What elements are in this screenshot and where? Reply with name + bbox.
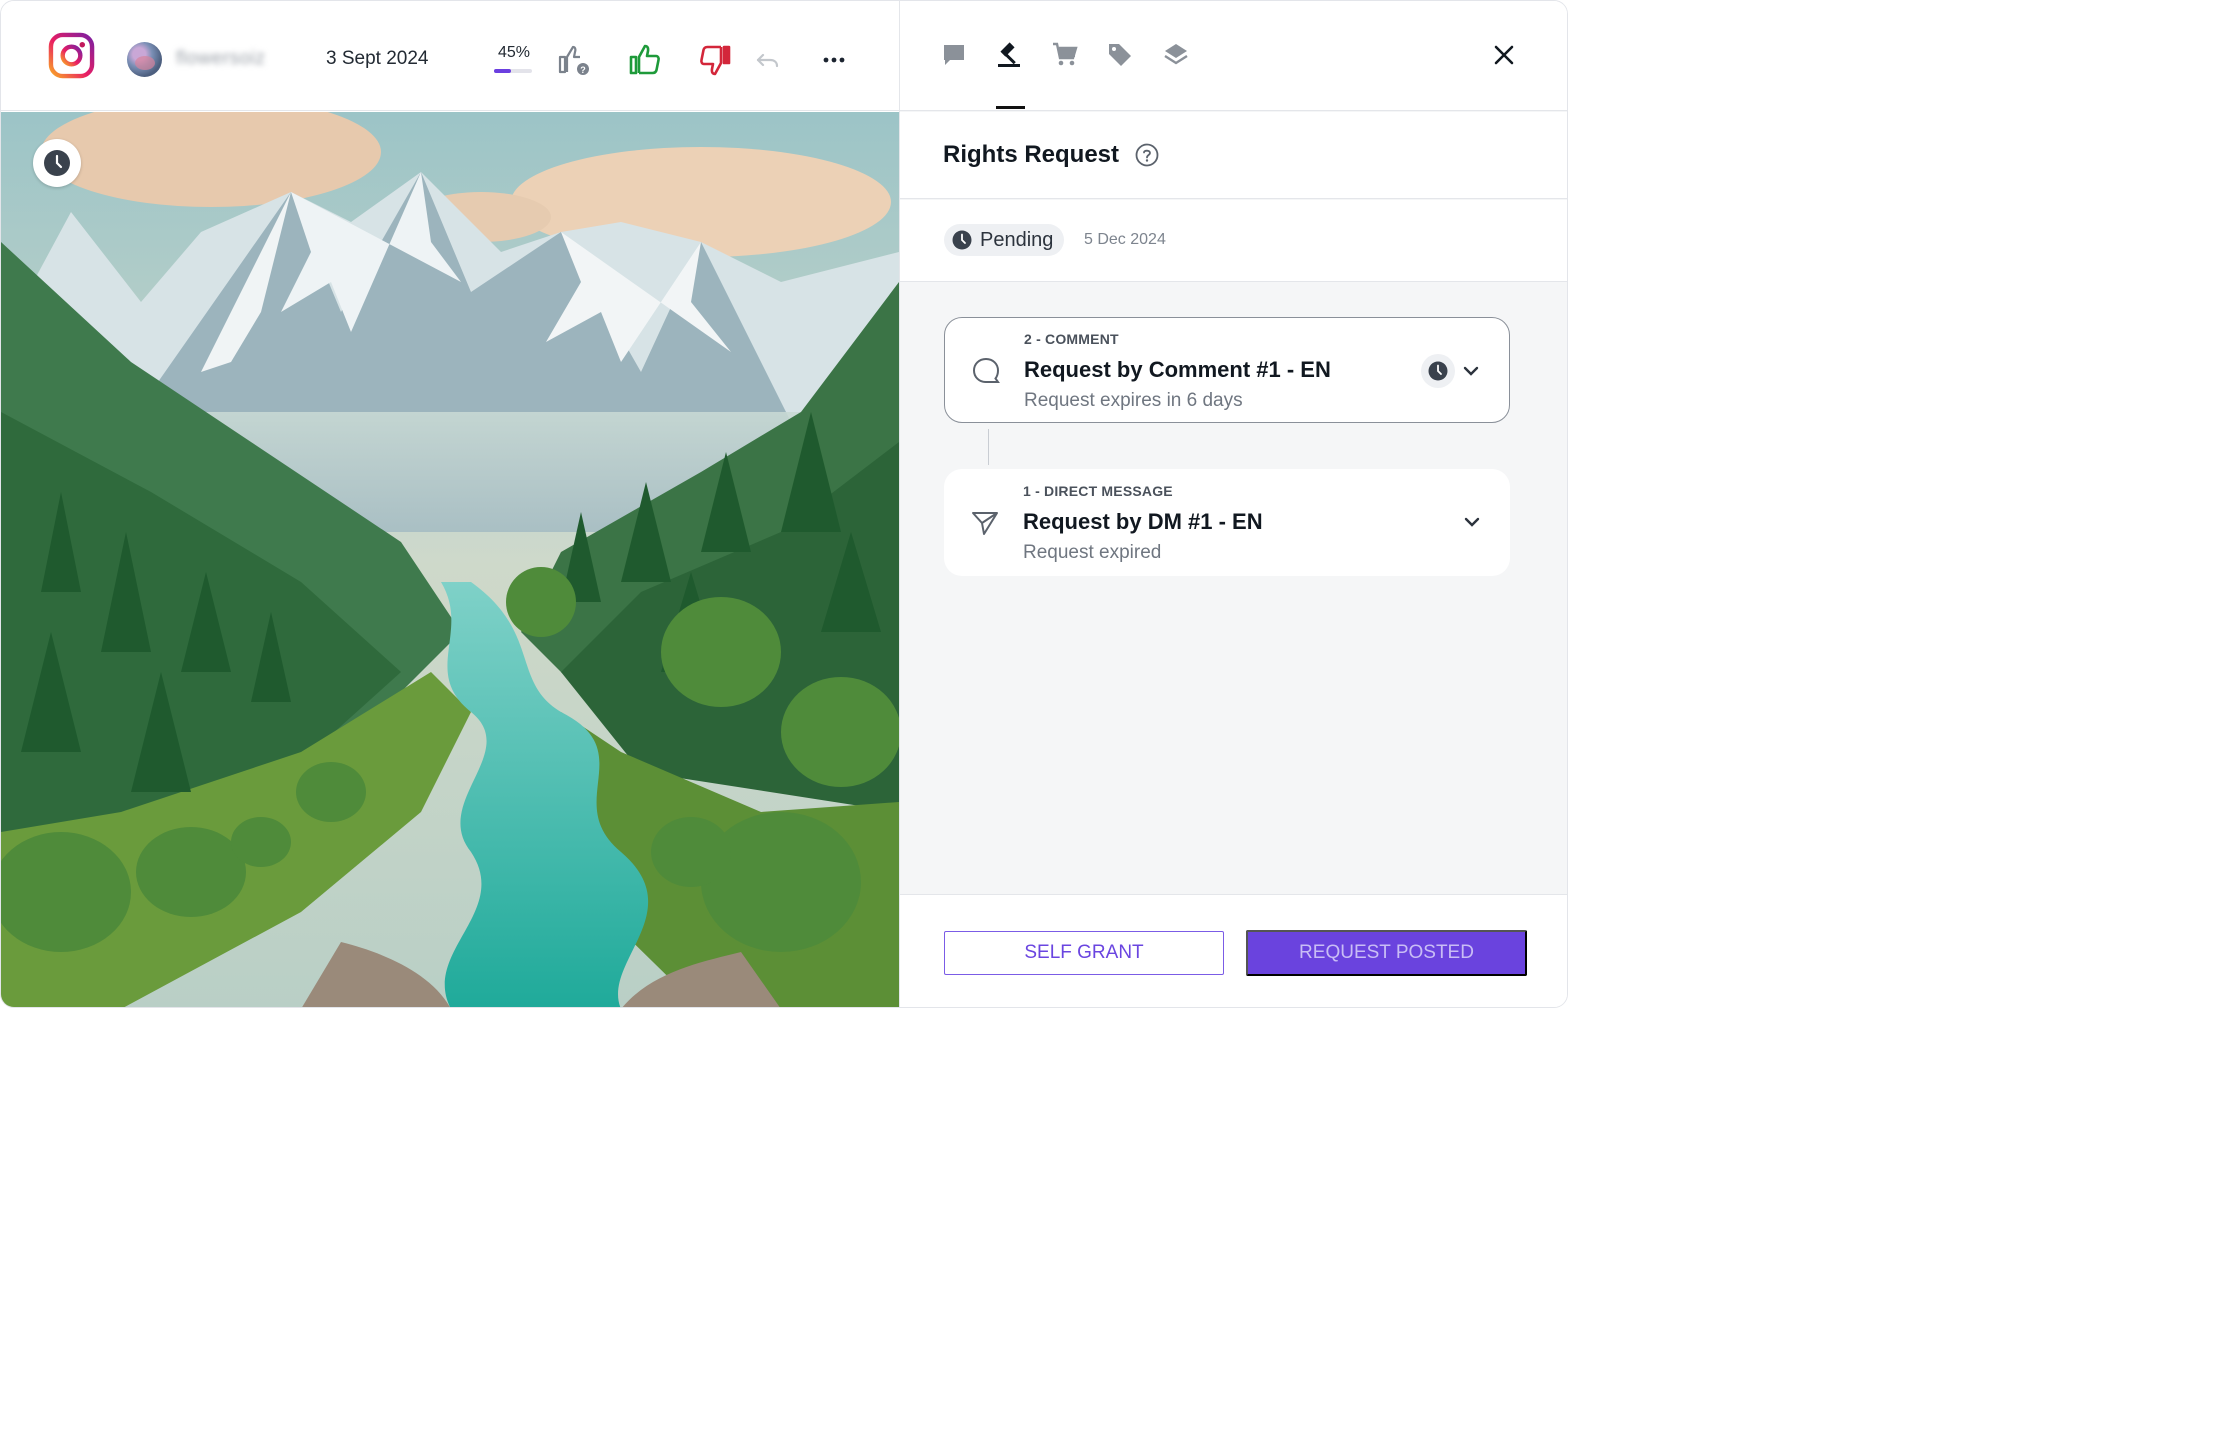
- media-preview-pane: flowersoiz 3 Sept 2024 45% ?: [1, 1, 899, 1007]
- request-title: Request by DM #1 - EN: [1023, 509, 1263, 534]
- close-icon[interactable]: [1488, 39, 1520, 71]
- gavel-icon[interactable]: [993, 39, 1025, 71]
- help-circle-icon[interactable]: [1135, 143, 1159, 167]
- score-bar-fill: [494, 69, 512, 73]
- chevron-down-icon[interactable]: [1461, 361, 1481, 381]
- landscape-image: [1, 112, 899, 1007]
- self-grant-button[interactable]: SELF GRANT: [944, 931, 1224, 975]
- post-date: 3 Sept 2024: [326, 48, 429, 69]
- panel-footer: SELF GRANT REQUEST POSTED: [900, 894, 1567, 1007]
- send-icon: [972, 512, 998, 535]
- status-date: 5 Dec 2024: [1084, 231, 1166, 248]
- avatar[interactable]: [127, 42, 162, 77]
- status-bar: Pending 5 Dec 2024: [900, 200, 1567, 282]
- undo-icon[interactable]: [749, 41, 787, 79]
- cart-icon[interactable]: [1049, 39, 1081, 71]
- rights-panel: Rights Request Pending 5 Dec 2024 2 - CO…: [899, 1, 1567, 1007]
- tag-icon[interactable]: [1104, 39, 1136, 71]
- panel-tabs: [900, 1, 1567, 111]
- media-header: flowersoiz 3 Sept 2024 45% ?: [1, 1, 899, 111]
- post-image: [1, 112, 899, 1007]
- request-kicker: 2 - COMMENT: [1024, 331, 1119, 347]
- comments-icon[interactable]: [938, 39, 970, 71]
- thumbs-down-icon[interactable]: [696, 41, 734, 79]
- request-subtitle: Request expired: [1023, 542, 1162, 563]
- chevron-down-icon[interactable]: [1462, 512, 1482, 532]
- thumbs-up-question-icon[interactable]: ?: [555, 41, 593, 79]
- score-label: 45%: [497, 44, 531, 61]
- request-subtitle: Request expires in 6 days: [1024, 390, 1243, 411]
- request-kicker: 1 - DIRECT MESSAGE: [1023, 483, 1173, 499]
- clock-icon: [33, 139, 81, 187]
- svg-text:?: ?: [580, 65, 586, 75]
- score-bar: [494, 69, 532, 73]
- score-indicator: 45%: [494, 44, 534, 73]
- request-card[interactable]: 2 - COMMENT Request by Comment #1 - EN R…: [944, 317, 1510, 423]
- clock-icon: [952, 230, 972, 250]
- panel-title-bar: Rights Request: [900, 112, 1567, 199]
- request-posted-button[interactable]: REQUEST POSTED: [1246, 930, 1527, 976]
- clock-icon: [1421, 354, 1455, 388]
- more-icon[interactable]: [815, 41, 853, 79]
- layers-icon[interactable]: [1160, 39, 1192, 71]
- status-label: Pending: [980, 228, 1054, 251]
- media-detail-modal: flowersoiz 3 Sept 2024 45% ? Rights Requ…: [0, 0, 1568, 1008]
- active-tab-indicator: [996, 106, 1025, 109]
- comment-icon: [972, 357, 1000, 383]
- request-card[interactable]: 1 - DIRECT MESSAGE Request by DM #1 - EN…: [944, 469, 1510, 576]
- request-title: Request by Comment #1 - EN: [1024, 357, 1331, 382]
- username[interactable]: flowersoiz: [176, 48, 265, 70]
- panel-title: Rights Request: [943, 141, 1120, 168]
- status-badge: Pending: [944, 224, 1065, 256]
- thumbs-up-icon[interactable]: [626, 41, 664, 79]
- timeline-connector: [988, 429, 989, 465]
- instagram-icon[interactable]: [48, 32, 95, 79]
